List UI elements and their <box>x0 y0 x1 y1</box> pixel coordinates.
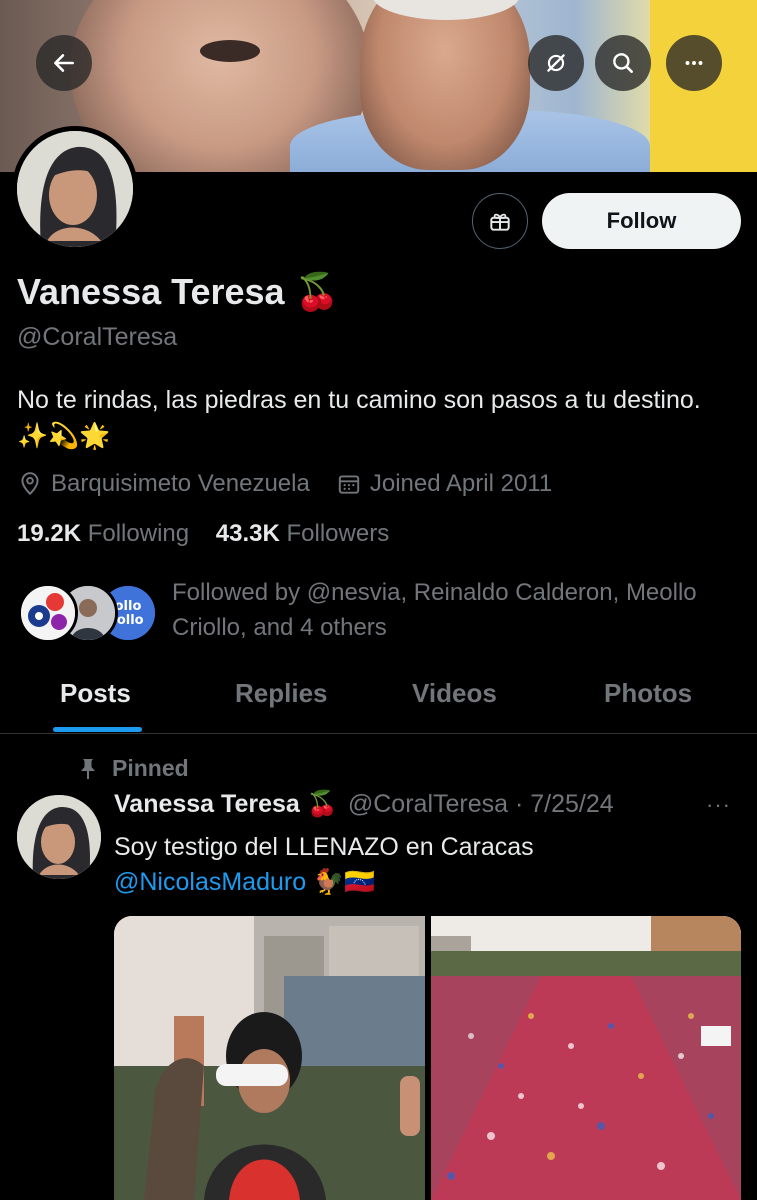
joined-text: Joined April 2011 <box>369 470 553 497</box>
post-mention-link[interactable]: @NicolasMaduro <box>114 868 306 896</box>
gift-icon <box>490 213 510 231</box>
avatar-photo <box>17 131 133 247</box>
banner-eye <box>200 40 260 62</box>
search-icon <box>613 53 633 73</box>
post-author-handle[interactable]: @CoralTeresa · 7/25/24 <box>348 790 614 819</box>
follow-button[interactable]: Follow <box>542 193 741 249</box>
grok-slash-icon <box>547 54 565 72</box>
arrow-left-icon <box>54 54 74 72</box>
post-avatar[interactable] <box>17 795 101 879</box>
post-image-2[interactable] <box>431 916 741 1200</box>
calendar-icon <box>338 475 360 494</box>
followers-count: 43.3K <box>215 520 280 547</box>
photo-woman-at-rally <box>114 916 425 1200</box>
more-horizontal-icon <box>685 61 703 65</box>
profile-name: Vanessa Teresa 🍒 <box>17 271 340 312</box>
follow-counts: 19.2K Following 43.3K Followers <box>17 520 389 548</box>
post-text: Soy testigo del LLENAZO en Caracas @Nico… <box>114 830 734 900</box>
profile-tabs: Posts Replies Videos Photos <box>0 664 757 734</box>
search-button[interactable] <box>595 35 651 91</box>
joined-item: Joined April 2011 <box>336 470 552 498</box>
tab-posts[interactable]: Posts <box>60 678 131 709</box>
following-link[interactable]: 19.2K Following <box>17 520 189 547</box>
post-image-1[interactable] <box>114 916 425 1200</box>
tab-videos[interactable]: Videos <box>412 678 497 709</box>
post-more-button[interactable]: ··· <box>706 792 731 818</box>
post-header: Vanessa Teresa 🍒 @CoralTeresa · 7/25/24 <box>114 790 614 819</box>
location-item: Barquisimeto Venezuela <box>17 470 310 498</box>
followers-link[interactable]: 43.3K Followers <box>216 520 389 547</box>
pinned-label: Pinned <box>78 755 189 782</box>
more-button[interactable] <box>666 35 722 91</box>
profile-avatar[interactable] <box>12 126 138 252</box>
post-avatar-photo <box>17 795 101 879</box>
followed-by-avatars[interactable]: ollo iollo <box>18 583 158 643</box>
location-pin-icon <box>21 472 39 496</box>
grok-button[interactable] <box>528 35 584 91</box>
pinned-text: Pinned <box>112 755 189 781</box>
profile-bio: No te rindas, las piedras en tu camino s… <box>17 386 701 450</box>
following-count: 19.2K <box>17 520 82 547</box>
following-label: Following <box>87 520 190 547</box>
followers-label: Followers <box>286 520 390 547</box>
location-text: Barquisimeto Venezuela <box>51 470 310 497</box>
post-emoji: 🐓🇻🇪 <box>306 868 376 896</box>
tab-replies[interactable]: Replies <box>235 678 328 709</box>
gift-button[interactable] <box>472 193 528 249</box>
tab-photos[interactable]: Photos <box>604 678 692 709</box>
pin-icon <box>81 758 95 779</box>
follower-avatar <box>18 583 78 643</box>
banner-portrait <box>360 0 530 170</box>
back-button[interactable] <box>36 35 92 91</box>
post-author-name[interactable]: Vanessa Teresa 🍒 <box>114 790 338 819</box>
followed-by-text[interactable]: Followed by @nesvia, Reinaldo Calderon, … <box>172 575 742 645</box>
svg-text:ollo: ollo <box>115 599 142 614</box>
photo-crowd-aerial <box>431 916 741 1200</box>
post-body: Soy testigo del LLENAZO en Caracas <box>114 833 534 861</box>
active-tab-indicator <box>53 727 142 732</box>
profile-handle: @CoralTeresa <box>17 323 178 351</box>
post-media[interactable] <box>114 916 741 1200</box>
profile-meta: Barquisimeto Venezuela Joined April 2011 <box>17 467 578 501</box>
